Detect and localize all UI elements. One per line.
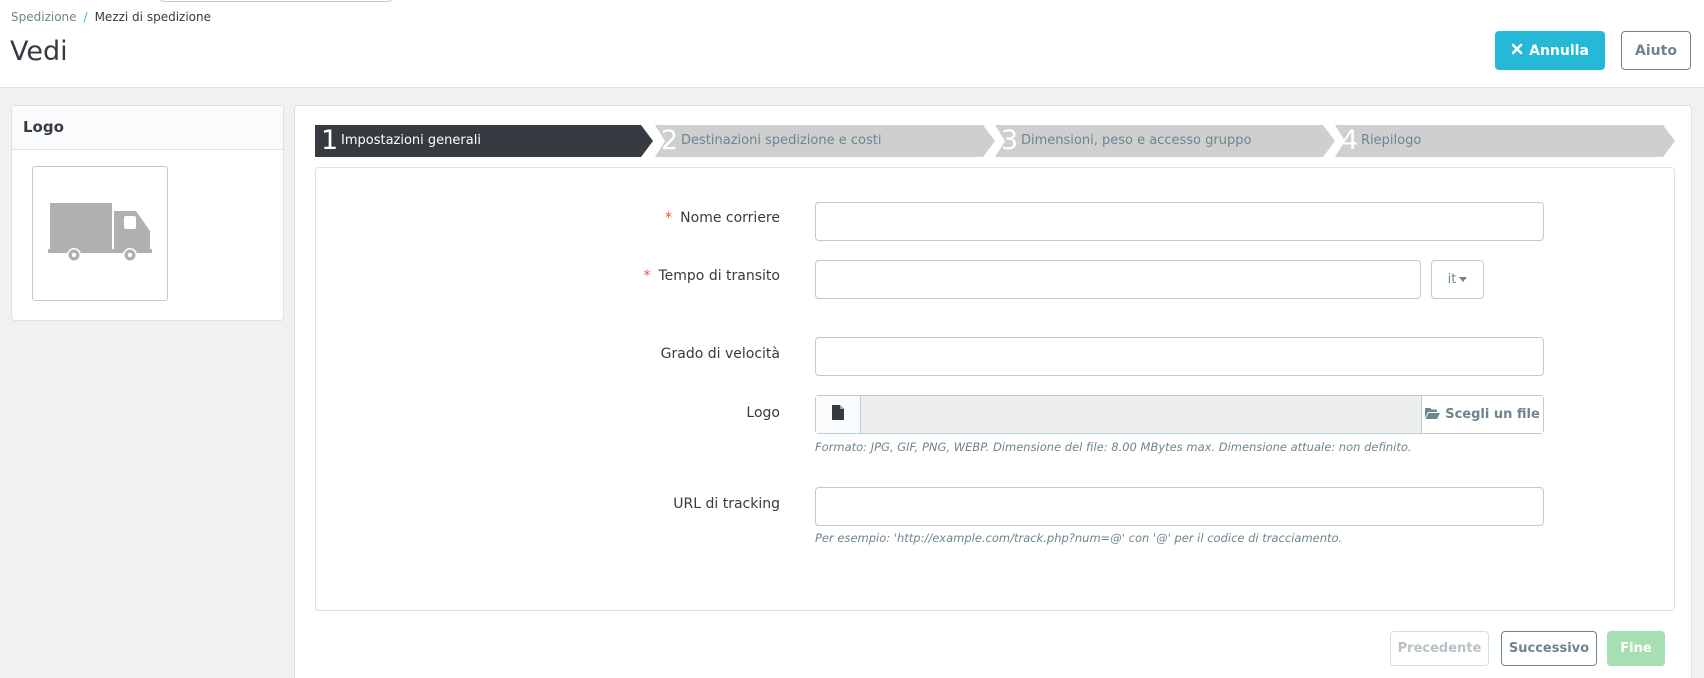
breadcrumb-current: Mezzi di spedizione [94,10,211,24]
previous-button[interactable]: Precedente [1390,631,1489,666]
logo-upload-label: Logo [746,405,780,421]
cancel-button-label: Annulla [1529,42,1589,59]
logo-preview [32,166,168,301]
cancel-button[interactable]: Annulla [1495,31,1605,70]
breadcrumb-link-spedizione[interactable]: Spedizione [11,10,77,24]
step-2[interactable]: 2 Destinazioni spedizione e costi [655,125,995,157]
tracking-url-label: URL di tracking [673,496,780,512]
step-4-label: Riepilogo [1361,133,1422,148]
choose-file-button[interactable]: Scegli un file [1421,396,1543,433]
transit-time-label: * Tempo di transito [643,268,781,284]
step-3-label: Dimensioni, peso e accesso gruppo [1021,133,1252,148]
step-1[interactable]: 1 Impostazioni generali [315,125,653,157]
transit-time-input[interactable] [815,260,1421,299]
logo-card-title: Logo [12,106,283,150]
file-icon-cell [816,396,861,433]
step-1-label: Impostazioni generali [341,133,481,148]
breadcrumb-separator: / [83,10,88,24]
next-button[interactable]: Successivo [1501,631,1597,666]
finish-button[interactable]: Fine [1607,631,1665,666]
breadcrumb: Spedizione / Mezzi di spedizione [11,10,211,24]
step-2-label: Destinazioni spedizione e costi [681,133,882,148]
choose-file-label: Scegli un file [1445,407,1540,422]
top-search-pill[interactable] [158,0,394,2]
page-header: Spedizione / Mezzi di spedizione Vedi Annu… [0,0,1704,88]
folder-open-icon [1425,407,1441,423]
step-3-number: 3 [1001,125,1019,156]
tracking-url-help-text: Per esempio: 'http://example.com/track.p… [815,531,1343,545]
logo-card: Logo [11,105,284,321]
step-4[interactable]: 4 Riepilogo [1335,125,1675,157]
required-mark: * [665,210,673,226]
step-4-number: 4 [1341,125,1359,156]
language-dropdown[interactable]: it [1431,260,1484,299]
help-button[interactable]: Aiuto [1621,31,1691,70]
caret-down-icon [1459,277,1468,282]
page-title: Vedi [10,36,68,67]
logo-file-input[interactable]: Scegli un file [815,395,1544,434]
speed-grade-label: Grado di velocità [660,346,780,362]
carrier-name-input[interactable] [815,202,1544,241]
speed-grade-input[interactable] [815,337,1544,376]
step-2-number: 2 [661,125,679,156]
truck-icon [48,199,152,269]
step-1-number: 1 [321,125,339,156]
file-icon [832,405,844,424]
language-code: it [1447,272,1457,287]
file-name-display [861,396,1421,433]
logo-help-text: Formato: JPG, GIF, PNG, WEBP. Dimensione… [815,440,1412,454]
wizard-steps: 1 Impostazioni generali 2 Destinazioni s… [315,125,1675,157]
carrier-name-label: * Nome corriere [665,210,780,226]
step-3[interactable]: 3 Dimensioni, peso e accesso gruppo [995,125,1335,157]
tracking-url-input[interactable] [815,487,1544,526]
close-icon [1511,43,1523,59]
required-mark: * [643,268,651,284]
